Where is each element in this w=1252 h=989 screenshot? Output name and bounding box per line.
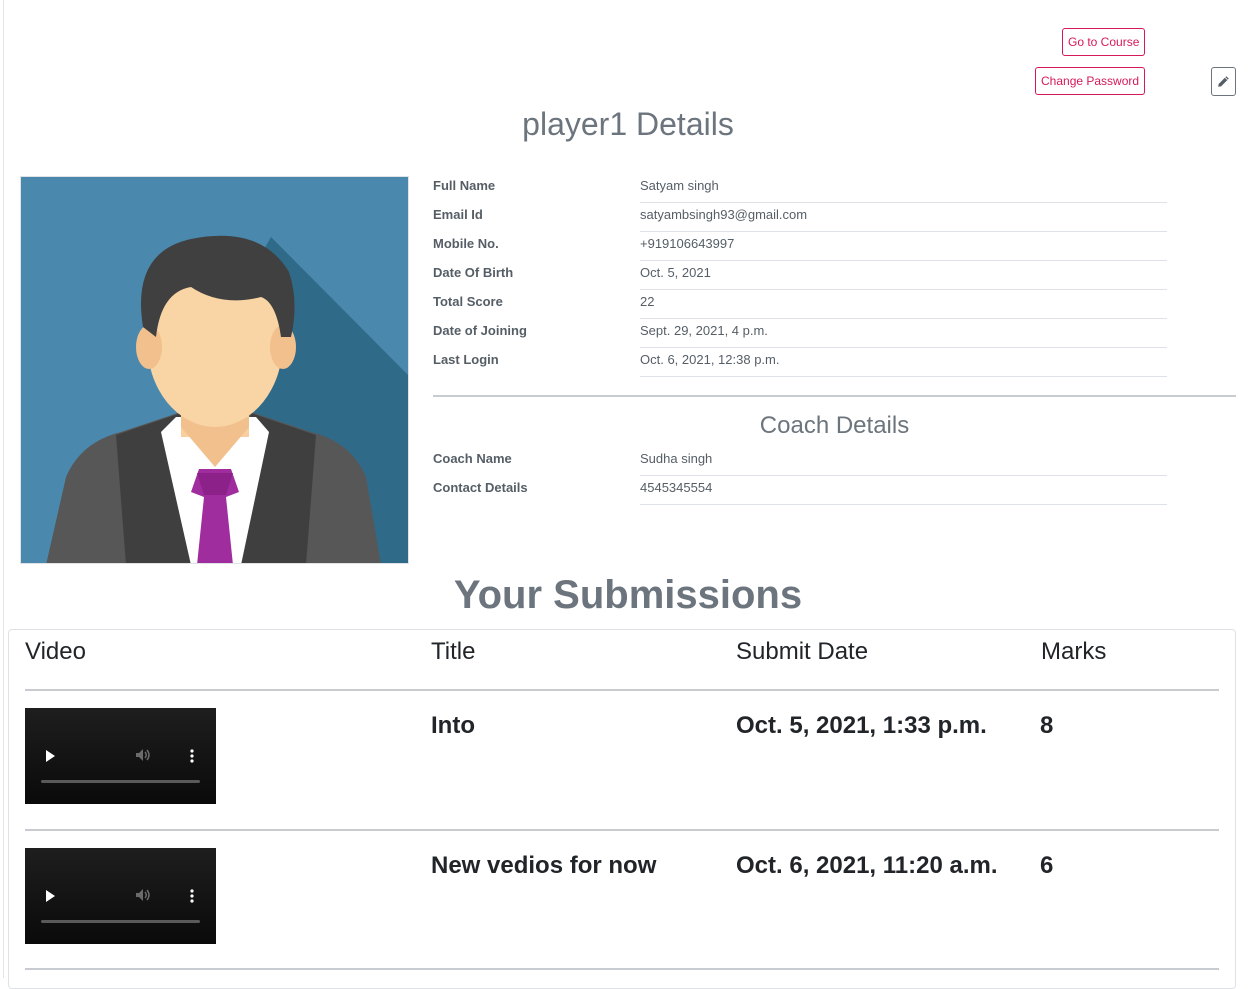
submission-title: Into: [431, 712, 475, 739]
table-row-divider: [25, 968, 1219, 970]
column-header-video: Video: [25, 638, 86, 665]
video-player[interactable]: [25, 708, 216, 804]
change-password-button[interactable]: Change Password: [1035, 67, 1145, 95]
last-login-value: Oct. 6, 2021, 12:38 p.m.: [640, 352, 1167, 377]
submission-title: New vedios for now: [431, 852, 657, 879]
detail-row-full-name: Full Name Satyam singh: [433, 176, 1167, 205]
joining-value: Sept. 29, 2021, 4 p.m.: [640, 323, 1167, 348]
column-header-marks: Marks: [1041, 638, 1107, 665]
video-player[interactable]: [25, 848, 216, 944]
detail-row-dob: Date Of Birth Oct. 5, 2021: [433, 263, 1167, 292]
detail-row-email: Email Id satyambsingh93@gmail.com: [433, 205, 1167, 234]
coach-name-value: Sudha singh: [640, 451, 1167, 476]
page-title: player1 Details: [522, 106, 734, 142]
section-divider: [433, 395, 1236, 397]
coach-contact-label: Contact Details: [433, 480, 528, 495]
mobile-value: +919106643997: [640, 236, 1167, 261]
dob-label: Date Of Birth: [433, 265, 514, 280]
submission-marks: 6: [1040, 852, 1054, 879]
dob-value: Oct. 5, 2021: [640, 265, 1167, 290]
email-value: satyambsingh93@gmail.com: [640, 207, 1167, 232]
more-vertical-icon[interactable]: [190, 749, 194, 763]
pencil-icon: [1218, 76, 1229, 87]
coach-details-title: Coach Details: [759, 412, 910, 439]
more-vertical-icon[interactable]: [190, 889, 194, 903]
detail-row-mobile: Mobile No. +919106643997: [433, 234, 1167, 263]
profile-avatar: [20, 176, 409, 564]
email-label: Email Id: [433, 207, 483, 222]
video-progress-bar[interactable]: [41, 780, 200, 783]
edit-profile-button[interactable]: [1211, 67, 1236, 96]
video-progress-bar[interactable]: [41, 920, 200, 923]
detail-row-joining: Date of Joining Sept. 29, 2021, 4 p.m.: [433, 321, 1167, 350]
full-name-label: Full Name: [433, 178, 496, 193]
submission-marks: 8: [1040, 712, 1054, 739]
coach-name-label: Coach Name: [433, 451, 512, 466]
play-icon[interactable]: [46, 750, 55, 762]
go-to-course-button[interactable]: Go to Course: [1062, 28, 1145, 56]
full-name-value: Satyam singh: [640, 178, 1167, 203]
detail-row-score: Total Score 22: [433, 292, 1167, 321]
mobile-label: Mobile No.: [433, 236, 499, 251]
score-label: Total Score: [433, 294, 503, 309]
play-icon[interactable]: [46, 890, 55, 902]
detail-row-coach-contact: Contact Details 4545345554: [433, 478, 1167, 507]
last-login-label: Last Login: [433, 352, 499, 367]
submission-date: Oct. 6, 2021, 11:20 a.m.: [736, 852, 998, 879]
column-header-title: Title: [431, 638, 476, 665]
volume-icon[interactable]: [135, 748, 151, 762]
volume-icon[interactable]: [135, 888, 151, 902]
detail-row-last-login: Last Login Oct. 6, 2021, 12:38 p.m.: [433, 350, 1167, 379]
detail-row-coach-name: Coach Name Sudha singh: [433, 449, 1167, 478]
submission-date: Oct. 5, 2021, 1:33 p.m.: [736, 712, 987, 739]
score-value: 22: [640, 294, 1167, 319]
table-row-divider: [25, 829, 1219, 831]
table-header-divider: [25, 689, 1219, 691]
joining-label: Date of Joining: [433, 323, 527, 338]
coach-contact-value: 4545345554: [640, 480, 1167, 505]
column-header-submit-date: Submit Date: [736, 638, 869, 665]
submissions-title: Your Submissions: [453, 573, 803, 617]
